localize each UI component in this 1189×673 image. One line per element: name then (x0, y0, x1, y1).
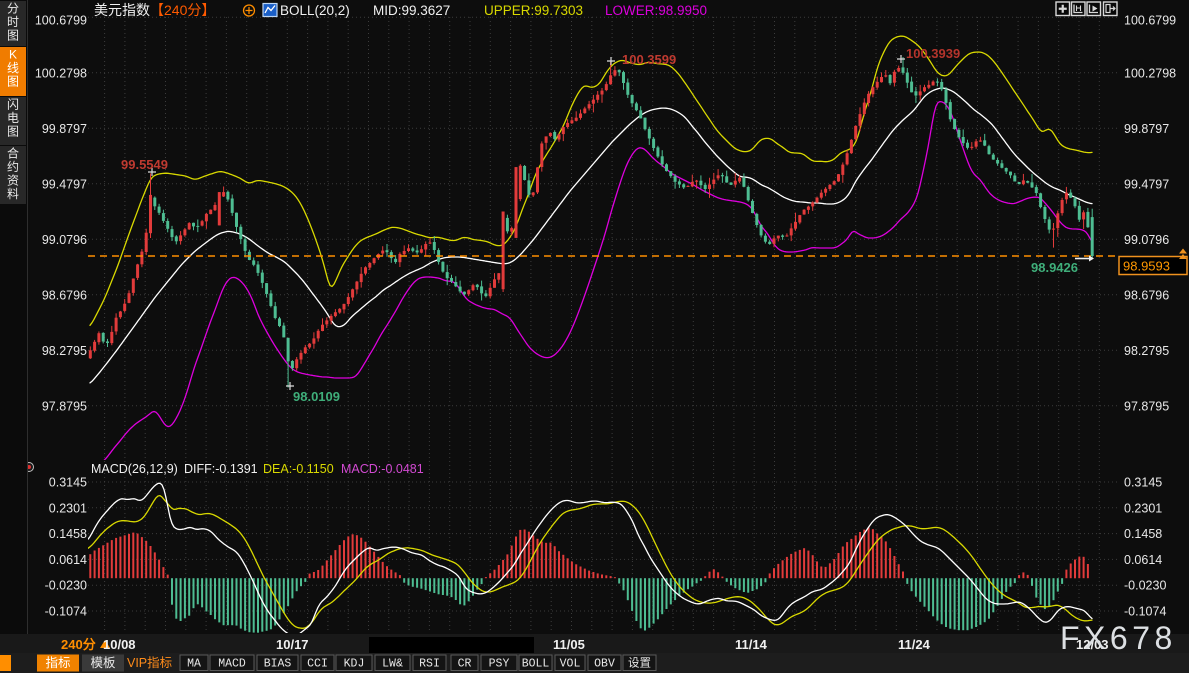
svg-text:图: 图 (7, 29, 19, 43)
svg-text:VIP指标: VIP指标 (127, 655, 172, 670)
svg-text:0.2301: 0.2301 (49, 501, 87, 515)
svg-text:K: K (9, 48, 17, 62)
svg-text:99.8797: 99.8797 (1124, 122, 1169, 136)
svg-text:-0.1074: -0.1074 (45, 605, 87, 619)
svg-text:98.2795: 98.2795 (42, 344, 87, 358)
svg-text:100.2798: 100.2798 (35, 66, 87, 80)
svg-text:10/08: 10/08 (103, 637, 136, 652)
svg-text:100.3939: 100.3939 (906, 46, 960, 61)
svg-text:240分: 240分 (61, 637, 96, 652)
svg-text:10/17: 10/17 (276, 637, 309, 652)
svg-text:11/24: 11/24 (898, 637, 931, 652)
svg-text:99.8797: 99.8797 (42, 122, 87, 136)
svg-text:-0.1074: -0.1074 (1124, 605, 1166, 619)
svg-text:图: 图 (7, 75, 19, 89)
svg-text:98.2795: 98.2795 (1124, 344, 1169, 358)
svg-text:时: 时 (7, 15, 19, 29)
svg-text:99.0796: 99.0796 (1124, 233, 1169, 247)
svg-text:99.4797: 99.4797 (42, 177, 87, 191)
svg-text:98.9426: 98.9426 (1031, 260, 1078, 275)
svg-text:美元指数: 美元指数 (94, 2, 150, 18)
svg-text:电: 电 (7, 111, 19, 125)
svg-text:-0.0230: -0.0230 (45, 579, 87, 593)
svg-text:OBV: OBV (594, 658, 615, 671)
svg-text:97.8795: 97.8795 (1124, 399, 1169, 413)
svg-text:闪: 闪 (7, 98, 19, 112)
svg-text:资: 资 (7, 174, 19, 188)
svg-text:LW&: LW& (382, 658, 403, 671)
svg-text:98.6796: 98.6796 (42, 288, 87, 302)
svg-text:RSI: RSI (419, 658, 440, 671)
svg-text:11/14: 11/14 (735, 637, 768, 652)
svg-text:线: 线 (7, 61, 19, 75)
svg-text:0.1458: 0.1458 (49, 527, 87, 541)
svg-text:料: 料 (7, 187, 19, 201)
svg-text:模板: 模板 (90, 656, 116, 670)
svg-text:BIAS: BIAS (264, 658, 292, 671)
svg-text:CCI: CCI (307, 658, 328, 671)
svg-text:0.0614: 0.0614 (1124, 553, 1162, 567)
svg-text:97.8795: 97.8795 (42, 399, 87, 413)
svg-text:-0.0230: -0.0230 (1124, 579, 1166, 593)
svg-text:100.2798: 100.2798 (1124, 66, 1176, 80)
svg-text:98.9593: 98.9593 (1123, 259, 1170, 274)
svg-text:CR: CR (458, 658, 472, 671)
svg-text:【240分】: 【240分】 (150, 2, 215, 18)
svg-text:PSY: PSY (489, 658, 510, 671)
svg-text:FX678: FX678 (1060, 620, 1177, 656)
svg-text:MACD:-0.0481: MACD:-0.0481 (341, 462, 424, 476)
svg-text:DIFF:-0.1391: DIFF:-0.1391 (184, 462, 258, 476)
svg-text:0.0614: 0.0614 (49, 553, 87, 567)
svg-text:100.6799: 100.6799 (35, 13, 87, 27)
svg-text:11/05: 11/05 (553, 637, 585, 652)
svg-text:设置: 设置 (628, 657, 651, 671)
svg-text:MA: MA (187, 658, 201, 671)
svg-text:0.3145: 0.3145 (49, 476, 87, 490)
svg-text:KDJ: KDJ (344, 658, 365, 671)
svg-text:分: 分 (7, 2, 19, 16)
svg-text:约: 约 (7, 159, 19, 174)
svg-text:98.6796: 98.6796 (1124, 288, 1169, 302)
svg-text:UPPER:99.7303: UPPER:99.7303 (484, 3, 583, 18)
svg-text:0.3145: 0.3145 (1124, 476, 1162, 490)
svg-text:99.0796: 99.0796 (42, 233, 87, 247)
svg-text:BOLL: BOLL (522, 658, 550, 671)
svg-text:99.4797: 99.4797 (1124, 177, 1169, 191)
svg-text:合: 合 (7, 146, 19, 161)
svg-text:MID:99.3627: MID:99.3627 (373, 3, 450, 18)
svg-text:99.5549: 99.5549 (121, 157, 168, 172)
svg-text:MACD(26,12,9): MACD(26,12,9) (91, 462, 178, 476)
svg-text:0.1458: 0.1458 (1124, 527, 1162, 541)
svg-text:DEA:-0.1150: DEA:-0.1150 (263, 462, 334, 476)
svg-text:98.0109: 98.0109 (293, 389, 340, 404)
svg-text:MACD: MACD (218, 658, 246, 671)
svg-text:VOL: VOL (560, 658, 581, 671)
svg-text:图: 图 (7, 125, 19, 139)
svg-text:LOWER:98.9950: LOWER:98.9950 (605, 3, 707, 18)
svg-text:0.2301: 0.2301 (1124, 501, 1162, 515)
svg-text:指标: 指标 (45, 655, 70, 670)
svg-text:100.3599: 100.3599 (622, 52, 676, 67)
svg-text:100.6799: 100.6799 (1124, 13, 1176, 27)
svg-text:BOLL(20,2): BOLL(20,2) (280, 3, 350, 18)
